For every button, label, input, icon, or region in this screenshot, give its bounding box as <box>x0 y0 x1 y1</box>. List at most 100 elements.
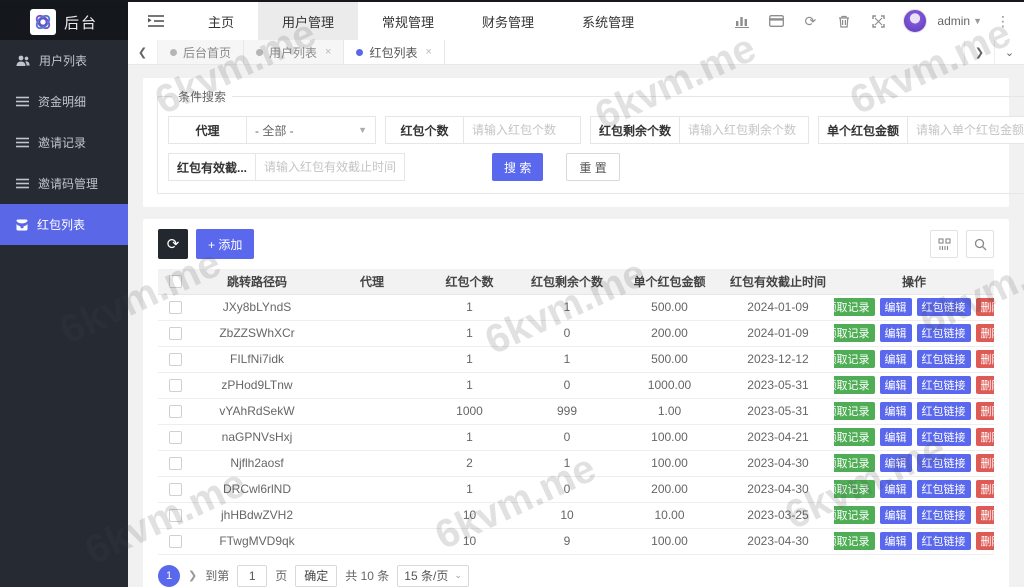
row-checkbox[interactable] <box>169 301 182 314</box>
delete-button[interactable]: 删除 <box>976 324 995 342</box>
row-checkbox[interactable] <box>169 535 182 548</box>
row-checkbox[interactable] <box>169 483 182 496</box>
packet-count-input[interactable] <box>463 116 581 144</box>
packet-link-button[interactable]: 红包链接 <box>917 350 971 368</box>
packet-remaining-input[interactable] <box>679 116 809 144</box>
refresh-button[interactable]: ⟳ <box>158 229 188 259</box>
row-checkbox[interactable] <box>169 457 182 470</box>
edit-button[interactable]: 编辑 <box>880 402 912 420</box>
current-page-button[interactable]: 1 <box>158 565 180 587</box>
page-jump-input[interactable] <box>237 565 267 587</box>
delete-button[interactable]: 删除 <box>976 350 995 368</box>
card-icon[interactable] <box>761 1 791 41</box>
edit-button[interactable]: 编辑 <box>880 454 912 472</box>
sidebar-item-red-packet-list[interactable]: 红包列表 <box>0 204 128 245</box>
packet-link-button[interactable]: 红包链接 <box>917 402 971 420</box>
tabs-scroll-right-icon[interactable]: ❯ <box>964 40 994 64</box>
packet-link-button[interactable]: 红包链接 <box>917 428 971 446</box>
packet-link-button[interactable]: 红包链接 <box>917 324 971 342</box>
packet-link-button[interactable]: 红包链接 <box>917 298 971 316</box>
fullscreen-icon[interactable] <box>863 1 893 41</box>
edit-button[interactable]: 编辑 <box>880 350 912 368</box>
tab-dashboard[interactable]: 后台首页 <box>158 40 244 64</box>
edit-button[interactable]: 编辑 <box>880 532 912 550</box>
nav-item-finance-mgmt[interactable]: 财务管理 <box>458 2 558 40</box>
chart-icon[interactable] <box>727 1 757 41</box>
delete-button[interactable]: 删除 <box>976 376 995 394</box>
nav-item-system-mgmt[interactable]: 系统管理 <box>558 2 658 40</box>
claim-records-button[interactable]: 领取记录 <box>834 350 875 368</box>
select-all-checkbox[interactable] <box>169 275 182 288</box>
delete-button[interactable]: 删除 <box>976 428 995 446</box>
delete-button[interactable]: 删除 <box>976 532 995 550</box>
claim-records-button[interactable]: 领取记录 <box>834 480 875 498</box>
packet-amount-input[interactable] <box>907 116 1024 144</box>
claim-records-button[interactable]: 领取记录 <box>834 428 875 446</box>
user-avatar[interactable] <box>903 9 927 33</box>
close-icon[interactable]: × <box>425 46 431 58</box>
tab-red-packet-list[interactable]: 红包列表 × <box>344 40 444 64</box>
claim-records-button[interactable]: 领取记录 <box>834 454 875 472</box>
main-content: 条件搜索 代理 - 全部 - ▼ 红包个数 红包剩余个数 <box>128 65 1024 587</box>
close-icon[interactable]: × <box>325 46 331 58</box>
deadline-input[interactable] <box>255 153 405 181</box>
user-menu[interactable]: admin ▼ <box>937 14 982 28</box>
search-button[interactable]: 搜 索 <box>492 153 543 181</box>
edit-button[interactable]: 编辑 <box>880 428 912 446</box>
packet-link-button[interactable]: 红包链接 <box>917 376 971 394</box>
sidebar-item-user-list[interactable]: 用户列表 <box>0 40 128 81</box>
tabs-menu-icon[interactable]: ⌄ <box>994 40 1024 64</box>
edit-button[interactable]: 编辑 <box>880 298 912 316</box>
tab-user-list[interactable]: 用户列表 × <box>244 40 344 64</box>
packet-link-button[interactable]: 红包链接 <box>917 532 971 550</box>
nav-item-home[interactable]: 主页 <box>184 2 258 40</box>
row-checkbox[interactable] <box>169 509 182 522</box>
page-size-select[interactable]: 15 条/页 ⌄ <box>397 565 469 587</box>
row-checkbox[interactable] <box>169 353 182 366</box>
nav-item-general-mgmt[interactable]: 常规管理 <box>358 2 458 40</box>
edit-button[interactable]: 编辑 <box>880 480 912 498</box>
nav-item-user-mgmt[interactable]: 用户管理 <box>258 2 358 40</box>
claim-records-button[interactable]: 领取记录 <box>834 298 875 316</box>
claim-records-button[interactable]: 领取记录 <box>834 402 875 420</box>
sidebar-item-funds-detail[interactable]: 资金明细 <box>0 81 128 122</box>
claim-records-button[interactable]: 领取记录 <box>834 532 875 550</box>
more-icon[interactable]: ⋮ <box>988 1 1018 41</box>
reset-button[interactable]: 重 置 <box>566 153 619 181</box>
delete-button[interactable]: 删除 <box>976 298 995 316</box>
table-panel: ⟳ + 添加 <box>143 219 1009 587</box>
tabs-scroll-left-icon[interactable]: ❮ <box>128 40 158 64</box>
refresh-icon[interactable]: ⟳ <box>795 1 825 41</box>
trash-icon[interactable] <box>829 1 859 41</box>
confirm-page-button[interactable]: 确定 <box>295 565 337 587</box>
row-checkbox[interactable] <box>169 379 182 392</box>
collapse-menu-icon[interactable] <box>128 2 184 40</box>
claim-records-button[interactable]: 领取记录 <box>834 506 875 524</box>
table-row: ZbZZSWhXCr 1 0 200.00 2024-01-09 领取记录 编辑… <box>158 320 994 346</box>
sidebar-item-label: 邀请码管理 <box>38 175 98 192</box>
edit-button[interactable]: 编辑 <box>880 324 912 342</box>
agent-select[interactable]: - 全部 - ▼ <box>246 116 376 144</box>
claim-records-button[interactable]: 领取记录 <box>834 376 875 394</box>
sidebar-item-invite-records[interactable]: 邀请记录 <box>0 122 128 163</box>
packet-link-button[interactable]: 红包链接 <box>917 506 971 524</box>
edit-button[interactable]: 编辑 <box>880 506 912 524</box>
add-button[interactable]: + 添加 <box>196 229 254 259</box>
next-page-icon[interactable]: ❯ <box>188 569 197 582</box>
packet-link-button[interactable]: 红包链接 <box>917 454 971 472</box>
columns-icon[interactable] <box>930 230 958 258</box>
search-icon[interactable] <box>966 230 994 258</box>
row-checkbox[interactable] <box>169 405 182 418</box>
packet-link-button[interactable]: 红包链接 <box>917 480 971 498</box>
row-checkbox[interactable] <box>169 327 182 340</box>
edit-button[interactable]: 编辑 <box>880 376 912 394</box>
delete-button[interactable]: 删除 <box>976 454 995 472</box>
delete-button[interactable]: 删除 <box>976 402 995 420</box>
tab-label: 后台首页 <box>183 44 231 61</box>
delete-button[interactable]: 删除 <box>976 480 995 498</box>
claim-records-button[interactable]: 领取记录 <box>834 324 875 342</box>
sidebar-item-invite-code-mgmt[interactable]: 邀请码管理 <box>0 163 128 204</box>
cell-count: 1 <box>422 424 517 450</box>
delete-button[interactable]: 删除 <box>976 506 995 524</box>
row-checkbox[interactable] <box>169 431 182 444</box>
